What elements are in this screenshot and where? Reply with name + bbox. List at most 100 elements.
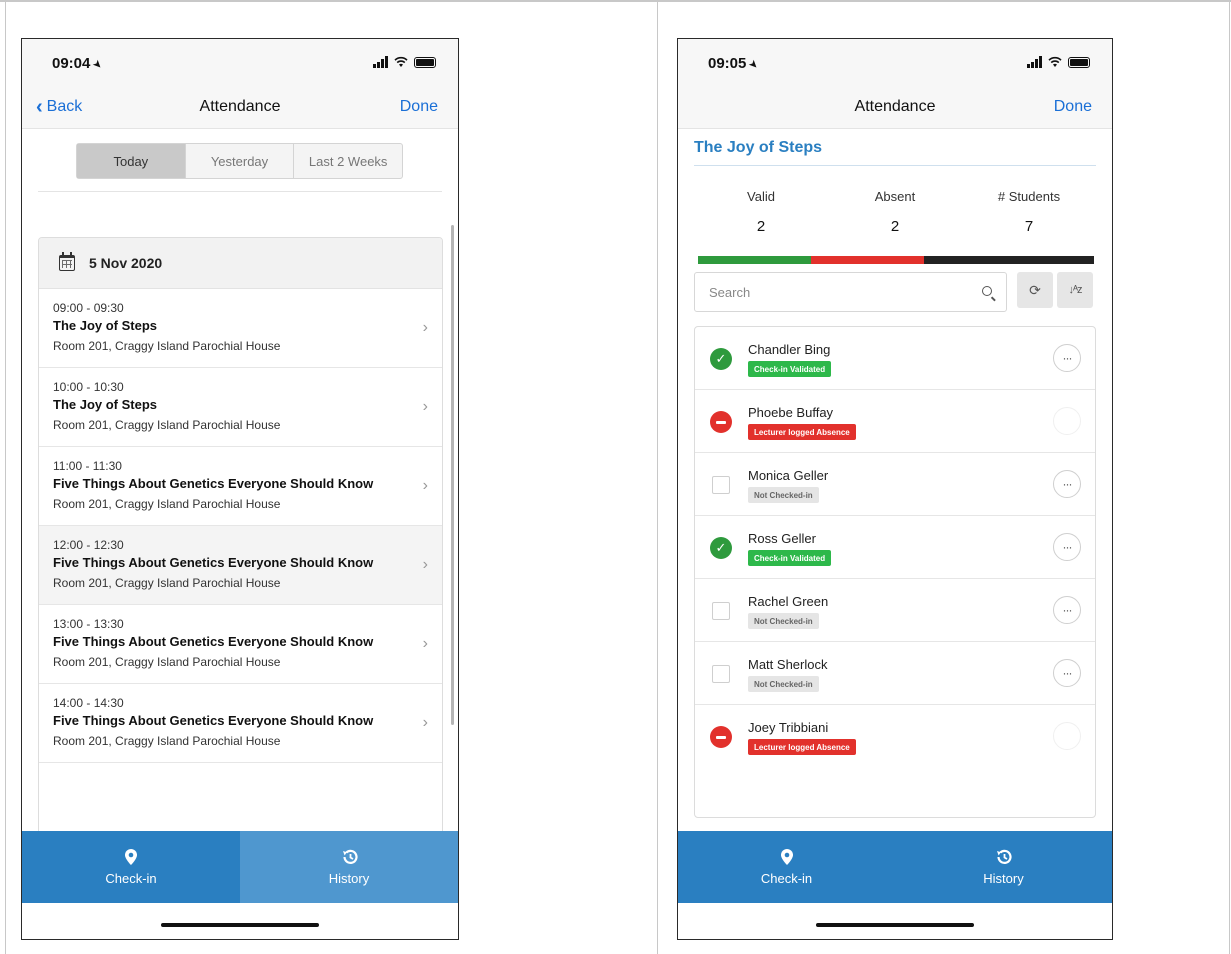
session-row[interactable]: 10:00 - 10:30 The Joy of Steps Room 201,… <box>39 368 442 447</box>
session-name: The Joy of Steps <box>53 397 158 412</box>
status-badge: Not Checked-in <box>748 676 819 692</box>
student-row[interactable]: Rachel Green Not Checked-in ··· <box>695 579 1095 642</box>
stat-valid-value: 2 <box>756 218 766 235</box>
session-row[interactable]: 11:00 - 11:30 Five Things About Genetics… <box>39 447 442 526</box>
home-indicator[interactable] <box>816 923 974 927</box>
session-name: Five Things About Genetics Everyone Shou… <box>53 713 374 728</box>
location-arrow-icon: ➤ <box>90 57 106 73</box>
session-room: Room 201, Craggy Island Parochial House <box>53 734 281 748</box>
session-time: 13:00 - 13:30 <box>53 617 124 631</box>
student-row[interactable]: ✓ Chandler Bing Check-in Validated ··· <box>695 327 1095 390</box>
segment-last-2-weeks[interactable]: Last 2 Weeks <box>294 144 402 178</box>
session-room: Room 201, Craggy Island Parochial House <box>53 655 281 669</box>
frame-border-right <box>1229 0 1230 954</box>
tab-check-in[interactable]: Check-in <box>22 831 240 903</box>
tab-check-in[interactable]: Check-in <box>678 831 895 903</box>
screenshot-canvas: 09:04➤ ‹ Back Attendance Done Today Yeste… <box>0 0 1231 954</box>
status-bar: 09:05➤ <box>678 39 1112 89</box>
more-icon: ··· <box>1062 351 1073 365</box>
chevron-right-icon: › <box>422 714 428 731</box>
more-button[interactable]: ··· <box>1053 470 1081 498</box>
done-button[interactable]: Done <box>1054 98 1092 116</box>
progress-absent-segment <box>811 256 925 264</box>
segment-today[interactable]: Today <box>77 144 186 178</box>
scrollbar[interactable] <box>451 225 454 725</box>
frame-border-top <box>0 0 1231 2</box>
check-circle-icon: ✓ <box>710 348 732 370</box>
frame-border-left <box>5 0 6 954</box>
more-button[interactable]: ··· <box>1053 596 1081 624</box>
status-badge: Lecturer logged Absence <box>748 739 856 755</box>
student-name: Matt Sherlock <box>748 657 828 672</box>
signal-icon <box>373 56 388 68</box>
check-circle-icon: ✓ <box>710 537 732 559</box>
more-button[interactable]: ··· <box>1053 533 1081 561</box>
history-icon <box>997 849 1012 864</box>
session-row[interactable]: 12:00 - 12:30 Five Things About Genetics… <box>39 526 442 605</box>
more-button-disabled <box>1053 722 1081 750</box>
session-row[interactable]: 09:00 - 09:30 The Joy of Steps Room 201,… <box>39 289 442 368</box>
more-icon: ··· <box>1062 603 1073 617</box>
checkbox[interactable] <box>712 602 730 620</box>
search-box <box>694 272 1007 312</box>
student-row[interactable]: Phoebe Buffay Lecturer logged Absence <box>695 390 1095 453</box>
student-name: Joey Tribbiani <box>748 720 829 735</box>
progress-valid-segment <box>698 256 812 264</box>
calendar-icon <box>59 252 75 271</box>
segment-yesterday[interactable]: Yesterday <box>186 144 295 178</box>
session-time: 09:00 - 09:30 <box>53 301 124 315</box>
chevron-right-icon: › <box>422 556 428 573</box>
sort-icon: ↓ᴬz <box>1068 284 1083 296</box>
home-indicator-area <box>22 903 458 939</box>
student-name: Ross Geller <box>748 531 816 546</box>
session-room: Room 201, Craggy Island Parochial House <box>53 576 281 590</box>
tab-bar: Check-in History <box>22 831 458 903</box>
page-title: Attendance <box>854 98 936 115</box>
session-name: Five Things About Genetics Everyone Shou… <box>53 634 374 649</box>
student-row[interactable]: Monica Geller Not Checked-in ··· <box>695 453 1095 516</box>
status-bar: 09:04➤ <box>22 39 458 89</box>
student-name: Phoebe Buffay <box>748 405 834 420</box>
student-row[interactable]: ✓ Ross Geller Check-in Validated ··· <box>695 516 1095 579</box>
stat-valid-label: Valid <box>747 189 775 204</box>
search-icon <box>982 286 992 296</box>
home-indicator[interactable] <box>161 923 319 927</box>
progress-remaining-segment <box>924 256 1094 264</box>
refresh-button[interactable]: ⟳ <box>1017 272 1053 308</box>
refresh-icon: ⟳ <box>1029 281 1041 298</box>
session-name: Five Things About Genetics Everyone Shou… <box>53 476 374 491</box>
more-button[interactable]: ··· <box>1053 344 1081 372</box>
nav-bar: ‹ Back Attendance Done <box>22 89 458 129</box>
stat-students: # Students 7 <box>962 189 1096 235</box>
done-button[interactable]: Done <box>400 98 438 116</box>
student-row[interactable]: Joey Tribbiani Lecturer logged Absence <box>695 705 1095 768</box>
attendance-progress-bar <box>698 256 1094 264</box>
session-room: Room 201, Craggy Island Parochial House <box>53 418 281 432</box>
tab-history[interactable]: History <box>240 831 458 903</box>
stat-absent: Absent 2 <box>828 189 962 235</box>
session-time: 12:00 - 12:30 <box>53 538 124 552</box>
student-list: ✓ Chandler Bing Check-in Validated ··· P… <box>694 326 1096 818</box>
chevron-right-icon: › <box>422 477 428 494</box>
more-icon: ··· <box>1062 477 1073 491</box>
sort-button[interactable]: ↓ᴬz <box>1057 272 1093 308</box>
checkbox[interactable] <box>712 476 730 494</box>
tab-history[interactable]: History <box>895 831 1112 903</box>
minus-circle-icon <box>710 411 732 433</box>
checkbox[interactable] <box>712 665 730 683</box>
status-badge: Not Checked-in <box>748 613 819 629</box>
divider <box>694 165 1096 166</box>
session-row[interactable]: 13:00 - 13:30 Five Things About Genetics… <box>39 605 442 684</box>
minus-circle-icon <box>710 726 732 748</box>
more-icon: ··· <box>1062 666 1073 680</box>
history-icon <box>342 849 358 864</box>
chevron-right-icon: › <box>422 635 428 652</box>
session-room: Room 201, Craggy Island Parochial House <box>53 339 281 353</box>
status-badge: Check-in Validated <box>748 550 832 566</box>
more-button[interactable]: ··· <box>1053 659 1081 687</box>
search-input[interactable] <box>695 273 1006 311</box>
frame-divider <box>657 0 658 954</box>
session-row[interactable]: 14:00 - 14:30 Five Things About Genetics… <box>39 684 442 763</box>
status-badge: Check-in Validated <box>748 361 832 377</box>
student-row[interactable]: Matt Sherlock Not Checked-in ··· <box>695 642 1095 705</box>
